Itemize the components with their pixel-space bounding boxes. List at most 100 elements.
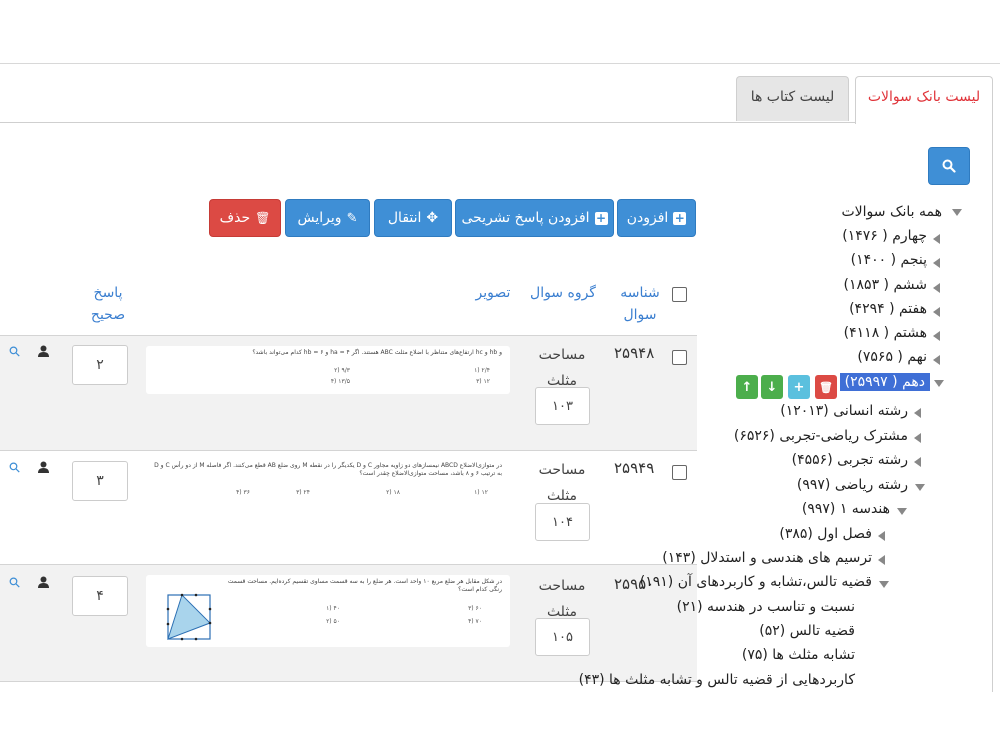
question-id: ۲۵۹۴۹ (614, 459, 655, 477)
tree-node-experimental[interactable]: رشته تجربی (۴۵۵۶) (792, 452, 908, 468)
header-question-id: شناسه سوال (615, 282, 665, 326)
edit-button[interactable]: ✎ ویرایش (285, 199, 370, 237)
tree-node-geometry-1[interactable]: هندسه ۱ (۹۹۷) (802, 501, 890, 517)
question-image[interactable]: در شکل مقابل هر ضلع مربع ۱۰ واحد است. هر… (146, 575, 510, 647)
arrow-up-icon: ↑ (741, 379, 753, 395)
row-checkbox[interactable] (672, 465, 687, 480)
expand-caret-icon[interactable] (933, 258, 940, 268)
panel-border (992, 122, 993, 692)
tree-node-math-science[interactable]: مشترک ریاضی-تجربی (۶۵۲۶) (734, 428, 908, 444)
move-button[interactable]: ✥ انتقال (374, 199, 452, 237)
plus-square-icon: + (594, 210, 608, 225)
tree-node-grade-6[interactable]: ششم ( ۱۸۵۳) (844, 277, 927, 293)
tree-node-grade-9[interactable]: نهم ( ۷۵۶۵) (857, 349, 927, 365)
tree-node-thales-theorem[interactable]: قضیه تالس (۵۲) (759, 623, 855, 639)
expand-caret-icon[interactable] (933, 234, 940, 244)
move-arrows-icon: ✥ (426, 210, 439, 226)
square-figure (166, 593, 212, 641)
tree-node-humanities[interactable]: رشته انسانی (۱۲۰۱۳) (780, 403, 908, 419)
expand-caret-icon[interactable] (914, 457, 921, 467)
tree-node-math[interactable]: رشته ریاضی (۹۹۷) (797, 477, 908, 493)
expand-caret-icon[interactable] (933, 355, 940, 365)
question-image-text: در متوازی‌الاضلاع ABCD نیمسازهای دو زاوی… (154, 462, 502, 477)
tree-move-down-button[interactable]: ↓ (761, 375, 783, 399)
group-line1: مساحت (538, 462, 586, 478)
tree-node-ratio[interactable]: نسبت و تناسب در هندسه (۲۱) (677, 599, 855, 615)
tree-node-applications[interactable]: کاربردهایی از قضیه تالس و تشابه مثلث ها … (579, 672, 855, 688)
trash-icon: 🗑 (819, 380, 833, 394)
option-1: ۱) ۴۰ (326, 605, 340, 612)
header-image: تصویر (475, 285, 511, 301)
tree-node-grade-8[interactable]: هشتم ( ۴۱۱۸) (844, 325, 927, 341)
expand-caret-icon[interactable] (878, 531, 885, 541)
correct-answer-field[interactable]: ۲ (72, 345, 128, 385)
question-image-text: و hb و hc ارتفاع‌های متناظر با اضلاع مثل… (252, 349, 502, 356)
user-icon[interactable] (38, 461, 49, 476)
option-1: ۱) ۲/۴ (474, 367, 490, 374)
header-id-line2: سوال (623, 307, 657, 323)
question-image[interactable]: در متوازی‌الاضلاع ABCD نیمسازهای دو زاوی… (146, 459, 510, 503)
select-all-checkbox[interactable] (672, 287, 687, 302)
expand-caret-icon[interactable] (878, 555, 885, 565)
expand-caret-icon[interactable] (934, 380, 944, 387)
paperclip-icon[interactable]: ⚲ (6, 459, 25, 478)
tab-question-bank[interactable]: لیست بانک سوالات (855, 76, 993, 124)
paperclip-icon[interactable]: ⚲ (6, 343, 25, 362)
user-icon[interactable] (38, 576, 49, 591)
question-number-field[interactable]: ۱۰۳ (535, 387, 590, 425)
tree-node-grade-7[interactable]: هفتم ( ۴۲۹۴) (849, 301, 927, 317)
option-3: ۳) ۶۰ (468, 605, 482, 612)
tree-node-grade-4[interactable]: چهارم ( ۱۴۷۶) (842, 228, 927, 244)
table-row: ۲۵۹۵۰ مساحت مثلث ۱۰۵ در شکل مقابل هر ضلع… (0, 564, 697, 681)
question-number-field[interactable]: ۱۰۴ (535, 503, 590, 541)
group-line1: مساحت (538, 347, 586, 363)
tab-bar-line (0, 122, 856, 123)
header-answer-line1: پاسخ (93, 285, 123, 301)
expand-caret-icon[interactable] (933, 307, 940, 317)
expand-caret-icon[interactable] (879, 581, 889, 588)
correct-answer-field[interactable]: ۴ (72, 576, 128, 616)
table-row: ۲۵۹۴۸ مساحت مثلث ۱۰۳ و hb و hc ارتفاع‌ها… (0, 335, 697, 450)
tree-node-chapter-1[interactable]: فصل اول (۳۸۵) (779, 526, 872, 542)
add-solution-button[interactable]: + افزودن پاسخ تشریحی (455, 199, 614, 237)
tree-node-thales[interactable]: قضیه تالس،تشابه و کاربردهای آن (۱۹۱) (640, 574, 872, 590)
expand-caret-icon[interactable] (914, 433, 921, 443)
tree-node-grade-10-selected[interactable]: دهم ( ۲۵۹۹۷) (839, 373, 930, 391)
tab-book-list[interactable]: لیست کتاب ها (736, 76, 849, 121)
expand-caret-icon[interactable] (915, 484, 925, 491)
expand-caret-icon[interactable] (952, 209, 962, 216)
edit-icon: ✎ (346, 210, 358, 226)
option-4: ۴) ۳۶ (236, 489, 250, 496)
expand-caret-icon[interactable] (933, 283, 940, 293)
delete-button[interactable]: 🗑 حذف (209, 199, 281, 237)
header-question-group: گروه سوال (530, 285, 596, 301)
tree-node-constructions[interactable]: ترسیم های هندسی و استدلال (۱۴۳) (662, 550, 872, 566)
tree-node-grade-5[interactable]: پنجم ( ۱۴۰۰) (851, 252, 927, 268)
tree-root[interactable]: همه بانک سوالات (842, 204, 943, 220)
user-icon[interactable] (38, 345, 49, 360)
option-1: ۱) ۱۲ (474, 489, 488, 496)
tree-node-similarity[interactable]: تشابه مثلث ها (۷۵) (742, 647, 855, 663)
add-button[interactable]: + افزودن (617, 199, 696, 237)
search-button[interactable] (928, 147, 970, 185)
expand-caret-icon[interactable] (914, 408, 921, 418)
tree-add-button[interactable]: + (788, 375, 810, 399)
row-checkbox[interactable] (672, 350, 687, 365)
option-4: ۴) ۷۰ (468, 618, 482, 625)
question-group: مساحت مثلث (532, 457, 592, 509)
expand-caret-icon[interactable] (897, 508, 907, 515)
delete-label: حذف (219, 210, 251, 226)
option-2: ۲) ۱۸ (386, 489, 400, 496)
table-row: ۲۵۹۴۹ مساحت مثلث ۱۰۴ در متوازی‌الاضلاع A… (0, 450, 697, 564)
question-number-field[interactable]: ۱۰۵ (535, 618, 590, 656)
expand-caret-icon[interactable] (933, 331, 940, 341)
question-image[interactable]: و hb و hc ارتفاع‌های متناظر با اضلاع مثل… (146, 346, 510, 394)
option-3: ۳) ۱۲ (476, 378, 490, 385)
add-solution-label: افزودن پاسخ تشریحی (461, 210, 590, 226)
tree-delete-button[interactable]: 🗑 (815, 375, 837, 399)
paperclip-icon[interactable]: ⚲ (6, 574, 25, 593)
group-line1: مساحت (538, 578, 586, 594)
correct-answer-field[interactable]: ۳ (72, 461, 128, 501)
option-2: ۲) ۵۰ (326, 618, 340, 625)
tree-move-up-button[interactable]: ↑ (736, 375, 758, 399)
